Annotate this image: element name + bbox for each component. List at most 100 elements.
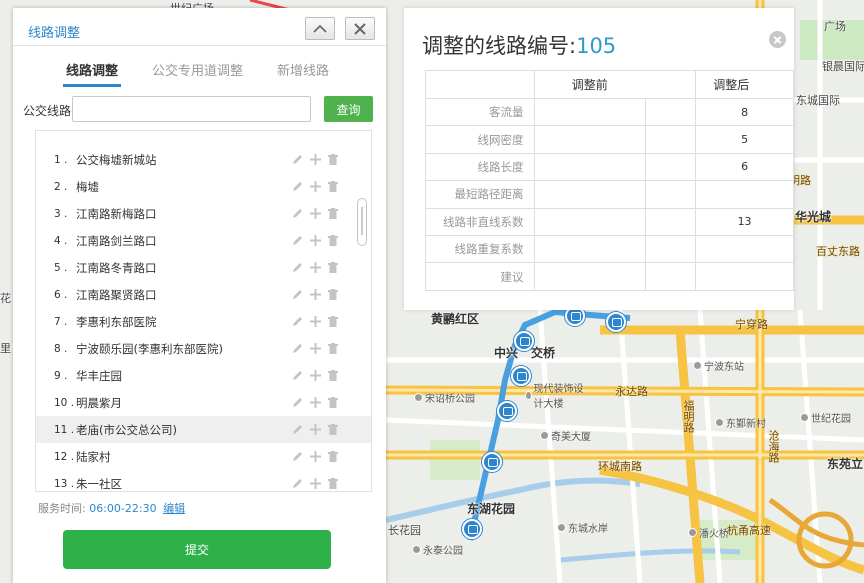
add-stop-button[interactable] [306, 314, 324, 328]
tab-bus-lane-adjust[interactable]: 公交专用道调整 [152, 60, 243, 79]
stop-name: 李惠利东部医院 [76, 314, 157, 329]
bus-stop-marker[interactable] [606, 312, 626, 332]
stop-list-item[interactable]: 11 . 老庙(市公交总公司) [36, 416, 371, 443]
search-button[interactable]: 查询 [324, 96, 373, 122]
search-label: 公交线路 [23, 104, 72, 118]
delete-stop-button[interactable] [324, 476, 342, 490]
metric-before-value [533, 234, 646, 264]
edit-service-time-link[interactable]: 编辑 [163, 502, 185, 515]
add-stop-button[interactable] [306, 368, 324, 382]
delete-stop-button[interactable] [324, 206, 342, 220]
bus-stop-marker[interactable] [511, 366, 531, 386]
stop-actions [288, 368, 342, 382]
edit-stop-button[interactable] [288, 233, 306, 247]
add-stop-button[interactable] [306, 341, 324, 355]
edit-stop-button[interactable] [288, 206, 306, 220]
tab-new-route[interactable]: 新增线路 [277, 60, 329, 79]
add-stop-button[interactable] [306, 422, 324, 436]
metric-before-value [533, 125, 646, 154]
edit-stop-button[interactable] [288, 449, 306, 463]
delete-stop-button[interactable] [324, 260, 342, 274]
edit-stop-button[interactable] [288, 287, 306, 301]
stop-index: 9 . [54, 369, 68, 382]
edit-stop-button[interactable] [288, 395, 306, 409]
pencil-icon [292, 478, 302, 488]
stop-list-item[interactable]: 10 . 明晨紫月 [36, 389, 371, 416]
delete-stop-button[interactable] [324, 152, 342, 166]
pencil-icon [292, 235, 302, 245]
add-stop-button[interactable] [306, 179, 324, 193]
plus-icon [309, 477, 321, 489]
bus-stop-marker[interactable] [462, 519, 482, 539]
bus-stop-marker[interactable] [482, 452, 502, 472]
delete-stop-button[interactable] [324, 341, 342, 355]
tab-route-adjust[interactable]: 线路调整 [62, 60, 122, 87]
metric-before-extra [644, 180, 697, 209]
tab-bar: 线路调整 公交专用道调整 新增线路 [13, 56, 386, 90]
delete-stop-button[interactable] [324, 368, 342, 382]
bus-stop-marker[interactable] [514, 331, 534, 351]
pencil-icon [292, 316, 302, 326]
add-stop-button[interactable] [306, 260, 324, 274]
add-stop-button[interactable] [306, 206, 324, 220]
stop-list-item[interactable]: 12 . 陆家村 [36, 443, 371, 470]
submit-button[interactable]: 提交 [63, 530, 331, 569]
map-label: 宁穿路 [735, 318, 768, 331]
popup-title: 调整的线路编号:105 [422, 30, 616, 60]
table-row: 线路非直线系数 13 [425, 207, 794, 236]
stop-list-item[interactable]: 8 . 宁波颐乐园(李惠利东部医院) [36, 335, 371, 362]
bus-stop-marker[interactable] [497, 401, 517, 421]
edit-stop-button[interactable] [288, 314, 306, 328]
stop-list-item[interactable]: 6 . 江南路聚贤路口 [36, 281, 371, 308]
edit-stop-button[interactable] [288, 341, 306, 355]
map-label: 东苑立 [827, 457, 864, 471]
delete-stop-button[interactable] [324, 395, 342, 409]
stop-list-scrollbar[interactable] [357, 198, 367, 246]
table-row: 线路长度 6 [425, 152, 794, 182]
stop-list-item[interactable]: 3 . 江南路新梅路口 [36, 200, 371, 227]
plus-icon [309, 288, 321, 300]
metric-after-value: 8 [695, 97, 794, 127]
add-stop-button[interactable] [306, 449, 324, 463]
stop-list-item[interactable]: 5 . 江南路冬青路口 [36, 254, 371, 281]
stop-list-item[interactable]: 4 . 江南路剑兰路口 [36, 227, 371, 254]
route-search-input[interactable] [72, 96, 311, 122]
delete-stop-button[interactable] [324, 314, 342, 328]
map-label: 黄鹂红区 [431, 312, 480, 326]
popup-close-icon[interactable] [769, 31, 786, 48]
add-stop-button[interactable] [306, 233, 324, 247]
add-stop-button[interactable] [306, 395, 324, 409]
plus-icon [309, 261, 321, 273]
edit-stop-button[interactable] [288, 422, 306, 436]
map-label: 中兴 [494, 346, 519, 360]
delete-stop-button[interactable] [324, 233, 342, 247]
collapse-button[interactable] [305, 17, 335, 40]
stop-name: 朱一社区 [76, 476, 122, 491]
stop-list[interactable]: 1 . 公交梅墟新城站 2 . 梅墟 3 . 江南路新梅路口 4 . 江南路剑兰路口 5 . 江南… [35, 130, 372, 492]
metric-before-extra [644, 97, 697, 127]
edit-stop-button[interactable] [288, 179, 306, 193]
table-corner-cell [425, 70, 535, 99]
stop-list-item[interactable]: 13 . 朱一社区 [36, 470, 371, 491]
edit-stop-button[interactable] [288, 476, 306, 490]
stop-list-item[interactable]: 1 . 公交梅墟新城站 [36, 146, 371, 173]
edit-stop-button[interactable] [288, 260, 306, 274]
edit-stop-button[interactable] [288, 368, 306, 382]
delete-stop-button[interactable] [324, 287, 342, 301]
stop-list-item[interactable]: 7 . 李惠利东部医院 [36, 308, 371, 335]
add-stop-button[interactable] [306, 152, 324, 166]
stop-list-item[interactable]: 2 . 梅墟 [36, 173, 371, 200]
edit-stop-button[interactable] [288, 152, 306, 166]
trash-icon [328, 396, 338, 408]
metric-after-value: 13 [695, 207, 794, 236]
map-poi: 东城水岸 [557, 520, 608, 535]
metric-before-extra [644, 207, 697, 236]
stop-list-item[interactable]: 9 . 华丰庄园 [36, 362, 371, 389]
close-button[interactable] [345, 17, 375, 40]
add-stop-button[interactable] [306, 476, 324, 490]
delete-stop-button[interactable] [324, 179, 342, 193]
add-stop-button[interactable] [306, 287, 324, 301]
delete-stop-button[interactable] [324, 449, 342, 463]
stop-actions [288, 152, 342, 166]
delete-stop-button[interactable] [324, 422, 342, 436]
